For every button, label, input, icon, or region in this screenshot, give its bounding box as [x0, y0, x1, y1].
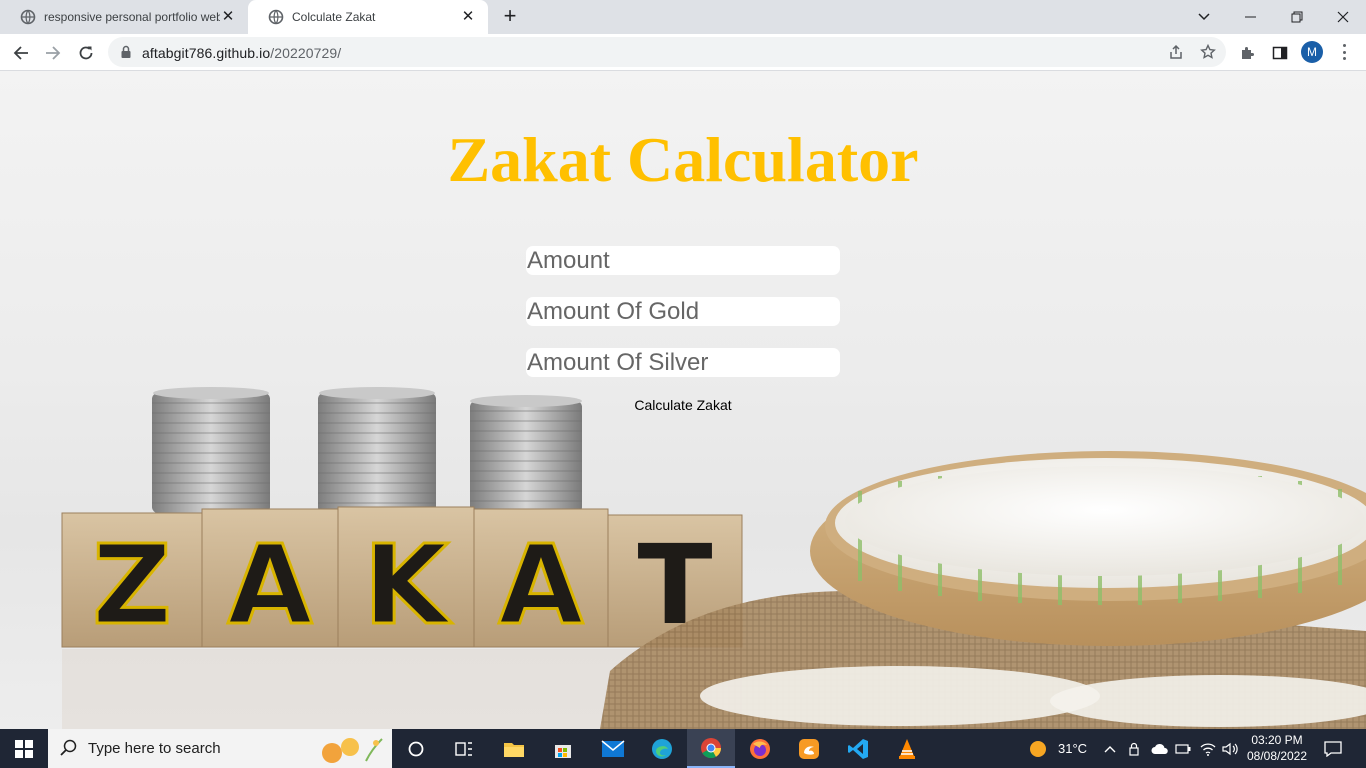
reload-icon — [79, 46, 93, 60]
cortana-icon[interactable] — [392, 729, 440, 768]
sun-weather-icon — [1030, 740, 1046, 757]
back-arrow-icon — [13, 46, 28, 60]
block-letter: A — [498, 521, 583, 649]
page-title: Zakat Calculator — [447, 124, 919, 195]
tab-search-chevron-icon[interactable] — [1192, 5, 1216, 29]
block-letter: Z — [92, 521, 172, 649]
reload-button[interactable] — [73, 40, 99, 66]
volume-icon[interactable] — [1222, 729, 1238, 768]
vscode-icon[interactable] — [834, 729, 882, 768]
firefox-icon[interactable] — [736, 729, 784, 768]
close-tab-icon[interactable]: ✕ — [220, 9, 236, 25]
weather-widget[interactable]: 31°C — [1028, 729, 1087, 768]
coin-stack-graphic — [152, 387, 582, 513]
security-tray-icon[interactable] — [1128, 729, 1140, 768]
new-tab-button[interactable]: + — [498, 5, 522, 29]
tab-calculate-zakat[interactable]: Colculate Zakat ✕ — [248, 0, 488, 34]
silver-amount-input[interactable] — [526, 348, 840, 377]
task-view-icon[interactable] — [440, 729, 488, 768]
clock-time: 03:20 PM — [1251, 733, 1303, 747]
clock-date: 08/08/2022 — [1246, 749, 1308, 763]
restore-button[interactable] — [1274, 0, 1320, 34]
file-explorer-icon[interactable] — [490, 729, 538, 768]
back-button[interactable] — [8, 40, 34, 66]
calculate-zakat-button[interactable]: Calculate Zakat — [620, 396, 746, 414]
close-window-button[interactable] — [1320, 0, 1366, 34]
start-button[interactable] — [0, 729, 48, 768]
page-viewport: Z A K A T Zakat Calculator Calculat — [0, 71, 1366, 729]
taskbar-search-box[interactable]: Type here to search — [48, 729, 392, 768]
edge-browser-icon[interactable] — [638, 729, 686, 768]
system-clock[interactable]: 03:20 PM 08/08/2022 — [1240, 732, 1314, 764]
tab-portfolio[interactable]: responsive personal portfolio web ✕ — [0, 0, 248, 34]
minimize-button[interactable] — [1228, 0, 1274, 34]
profile-avatar[interactable]: M — [1301, 41, 1323, 63]
show-hidden-icons-chevron-icon[interactable] — [1104, 729, 1116, 768]
globe-icon — [268, 9, 284, 25]
search-highlight-cats-icon — [322, 738, 383, 763]
side-panel-icon[interactable] — [1270, 43, 1290, 63]
address-bar[interactable]: aftabgit786.github.io/20220729/ — [108, 37, 1226, 67]
windows-logo-icon — [15, 739, 33, 758]
search-placeholder: Type here to search — [88, 740, 221, 757]
forward-button[interactable] — [40, 40, 66, 66]
gold-amount-input[interactable] — [526, 297, 840, 326]
mail-icon[interactable] — [589, 729, 637, 768]
url-host: aftabgit786.github.io — [142, 45, 271, 61]
notification-center-icon[interactable] — [1324, 729, 1342, 768]
tab-title: Colculate Zakat — [292, 10, 376, 24]
wifi-icon[interactable] — [1200, 729, 1216, 768]
close-tab-icon[interactable]: ✕ — [460, 9, 476, 25]
lock-icon[interactable] — [120, 45, 132, 59]
browser-toolbar: aftabgit786.github.io/20220729/ M — [0, 34, 1366, 71]
url-path: /20220729/ — [270, 45, 342, 61]
block-letter: K — [363, 521, 452, 649]
url-text: aftabgit786.github.io/20220729/ — [142, 45, 341, 61]
bookmark-star-icon[interactable] — [1199, 43, 1217, 61]
globe-icon — [20, 9, 36, 25]
windows-taskbar: Type here to search 31°C 03:20 PM 08/08/… — [0, 729, 1366, 768]
battery-icon[interactable] — [1175, 729, 1191, 768]
block-letter: A — [227, 521, 312, 649]
extensions-puzzle-icon[interactable] — [1238, 43, 1258, 63]
microsoft-store-icon[interactable] — [539, 729, 587, 768]
onedrive-cloud-icon[interactable] — [1151, 729, 1169, 768]
chrome-browser-icon[interactable] — [687, 729, 735, 768]
tab-strip: responsive personal portfolio web ✕ Colc… — [0, 0, 1366, 34]
tab-title: responsive personal portfolio web — [44, 10, 220, 24]
vlc-player-icon[interactable] — [883, 729, 931, 768]
amount-input[interactable] — [526, 246, 840, 275]
share-icon[interactable] — [1167, 43, 1185, 61]
forward-arrow-icon — [46, 46, 61, 60]
browser-menu-icon[interactable] — [1338, 42, 1350, 62]
weather-temp: 31°C — [1058, 741, 1088, 756]
uc-browser-icon[interactable] — [785, 729, 833, 768]
search-icon — [60, 739, 77, 756]
